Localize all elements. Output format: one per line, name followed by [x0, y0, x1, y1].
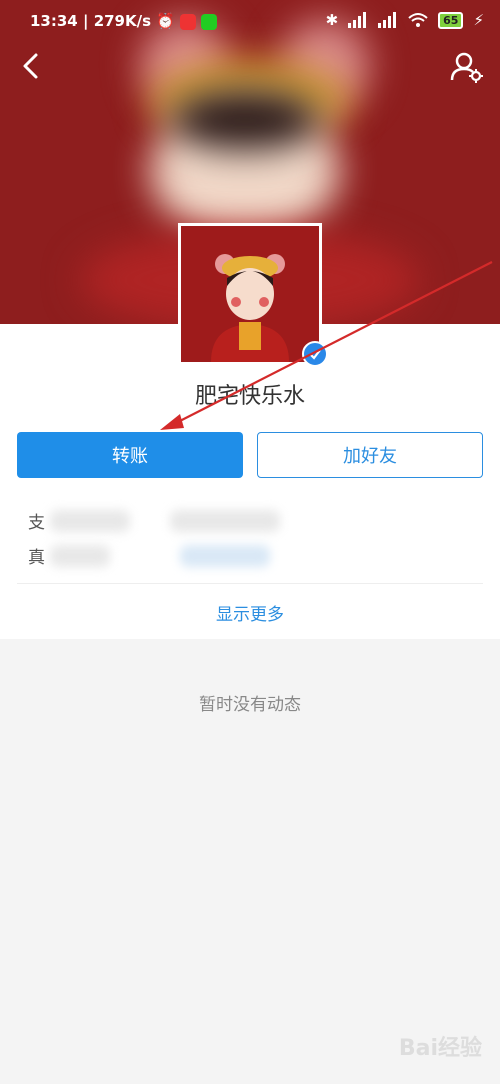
- profile-card: [0, 324, 500, 639]
- avatar-image: [181, 226, 319, 362]
- blurred-value: [50, 545, 110, 567]
- blurred-value: [180, 545, 270, 567]
- back-arrow-icon[interactable]: [16, 50, 48, 82]
- show-more-link[interactable]: 显示更多: [0, 600, 500, 625]
- profile-name: 肥宅快乐水: [194, 384, 305, 409]
- info-row-realname-label: 真: [28, 548, 45, 568]
- status-left: 13:34 | 279K/s ⏰: [30, 12, 218, 30]
- verified-badge-icon: [302, 341, 328, 367]
- divider: [17, 583, 483, 584]
- app-notification-icon: [201, 13, 218, 30]
- status-bar: 13:34 | 279K/s ⏰ ✱ 65 ⚡: [0, 0, 500, 40]
- signal-icon: [348, 12, 367, 28]
- blurred-value: [170, 510, 280, 532]
- wifi-icon: [408, 13, 428, 27]
- watermark-logo: Bai经验: [398, 1036, 482, 1061]
- empty-feed-text: 暂时没有动态: [199, 695, 301, 715]
- bluetooth-icon: ✱: [325, 11, 339, 29]
- battery-icon: 65: [438, 11, 464, 29]
- alarm-icon: ⏰: [156, 12, 175, 30]
- transfer-button[interactable]: 转账: [17, 432, 243, 478]
- user-settings-icon[interactable]: [450, 50, 484, 84]
- avatar[interactable]: [178, 223, 322, 365]
- app-notification-icon: [180, 13, 197, 30]
- add-friend-button[interactable]: 加好友: [257, 432, 483, 478]
- charging-icon: ⚡: [473, 11, 484, 29]
- blurred-value: [50, 510, 130, 532]
- network-speed: 279K/s: [93, 12, 152, 30]
- info-row-account-label: 支: [28, 513, 45, 533]
- clock-text: 13:34: [30, 12, 78, 30]
- status-right: ✱ 65 ⚡: [326, 11, 484, 29]
- signal-icon: [378, 12, 397, 28]
- avatar-illustration: [211, 254, 289, 362]
